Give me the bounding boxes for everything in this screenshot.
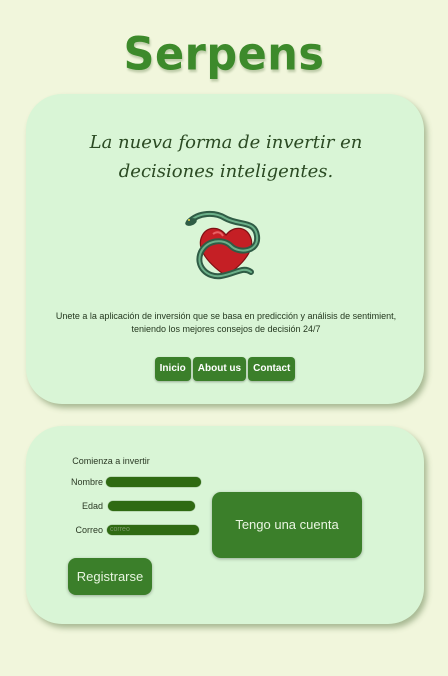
email-input[interactable] (107, 525, 199, 535)
hero-tagline: La nueva forma de invertir en decisiones… (89, 132, 363, 182)
have-account-button[interactable]: Tengo una cuenta (212, 492, 362, 558)
nav-inicio-button[interactable]: Inicio (154, 357, 191, 381)
register-button[interactable]: Registrarse (68, 558, 152, 595)
name-input[interactable] (106, 477, 201, 487)
name-row: Nombre (46, 476, 201, 488)
nav-about-button[interactable]: About us (192, 357, 247, 381)
name-label: Nombre (70, 477, 103, 487)
email-label: Correo (75, 525, 103, 535)
snake-heart-icon (185, 210, 261, 280)
signup-card: Comienza a invertir Nombre Edad Correo R… (26, 426, 424, 624)
age-input[interactable] (108, 501, 195, 511)
page: Serpens La nueva forma de invertir en de… (0, 0, 448, 676)
hero-description: Unete a la aplicación de inversión que s… (55, 311, 397, 334)
age-row: Edad (46, 500, 196, 512)
brand-title: Serpens (123, 28, 325, 82)
signup-title: Comienza a invertir (72, 456, 150, 466)
main-nav: Inicio About us Contact (26, 357, 424, 381)
age-label: Edad (81, 501, 103, 511)
email-row: Correo (46, 524, 199, 536)
hero-card: La nueva forma de invertir en decisiones… (26, 94, 424, 404)
nav-contact-button[interactable]: Contact (248, 357, 296, 381)
